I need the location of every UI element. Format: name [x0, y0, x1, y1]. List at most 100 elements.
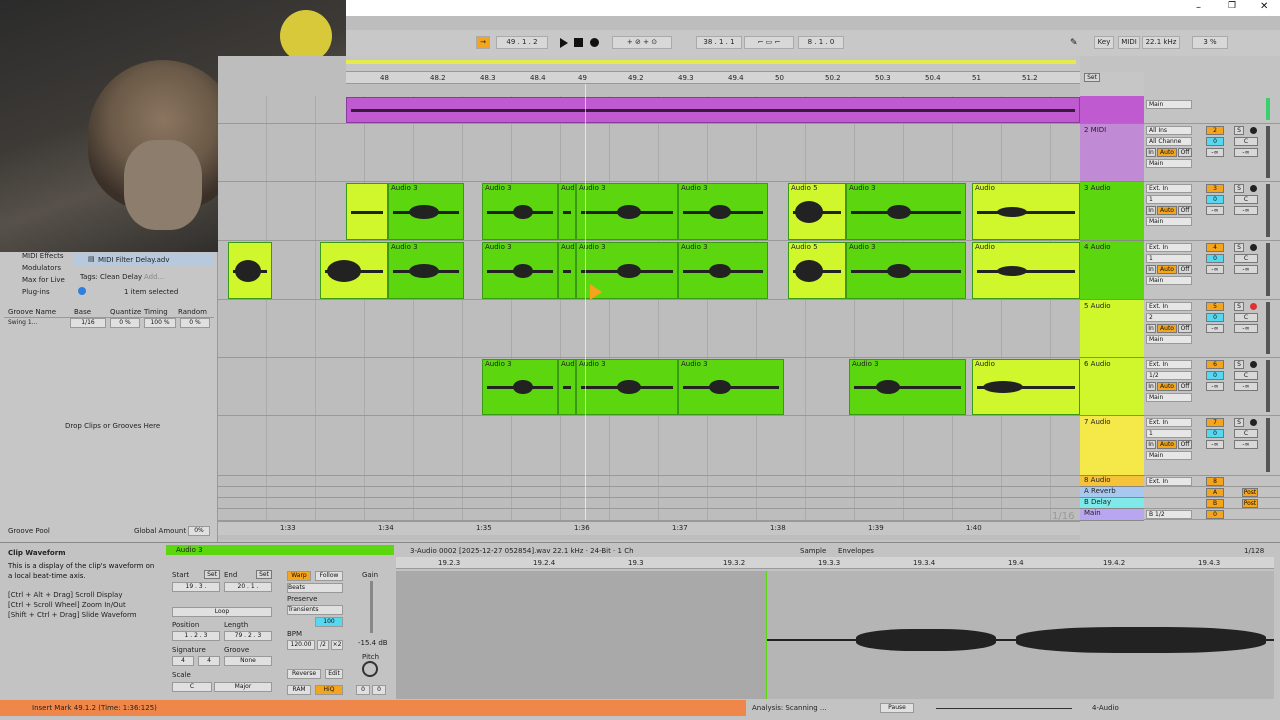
main-header[interactable]: Main — [1080, 509, 1144, 521]
time-ruler[interactable]: 1:33 1:34 1:35 1:36 1:37 1:38 1:39 1:40 — [218, 521, 1080, 535]
pan-field[interactable]: C — [1234, 254, 1258, 263]
track-lane-7-audio[interactable] — [218, 416, 1080, 476]
set-button[interactable]: Set — [1084, 73, 1100, 82]
track-lane-8-audio[interactable] — [218, 476, 1080, 487]
monitor-in-button[interactable]: In — [1146, 382, 1156, 391]
edit-button[interactable]: Edit — [325, 669, 343, 679]
bpm-field[interactable]: 120.00 — [287, 640, 315, 650]
groove-select[interactable]: None — [224, 656, 272, 666]
midi-map-button[interactable]: MIDI — [1118, 36, 1140, 49]
track-activator[interactable]: 3 — [1206, 184, 1224, 193]
monitor-off-button[interactable]: Off — [1178, 206, 1192, 215]
loop-length-field[interactable]: 8 . 1 . 0 — [798, 36, 844, 49]
send-a-field[interactable]: -∞ — [1206, 265, 1224, 274]
pan-field[interactable]: C — [1234, 371, 1258, 380]
audio-clip[interactable]: Audio 3 — [849, 359, 966, 415]
monitor-off-button[interactable]: Off — [1178, 148, 1192, 157]
output-select[interactable]: Main — [1146, 159, 1192, 168]
audio-clip[interactable]: Audio — [972, 242, 1080, 299]
groove-quantize-value[interactable]: 0 % — [110, 318, 140, 328]
track-header-1[interactable] — [1080, 96, 1144, 124]
loop-button[interactable]: Loop — [172, 607, 272, 617]
scale-mode-select[interactable]: Major — [214, 682, 272, 692]
io-select[interactable]: Ext. In — [1146, 477, 1192, 486]
input-type-select[interactable]: Ext. In — [1146, 243, 1192, 252]
track-activator[interactable]: A — [1206, 488, 1224, 497]
audio-clip[interactable]: Audio 3 — [678, 359, 784, 415]
record-icon[interactable] — [590, 38, 599, 47]
arm-record-icon[interactable] — [1250, 361, 1257, 368]
send-b-field[interactable]: -∞ — [1234, 440, 1258, 449]
audio-clip[interactable]: Aud — [558, 242, 576, 299]
send-b-field[interactable]: -∞ — [1234, 324, 1258, 333]
track-lane-5-audio[interactable] — [218, 300, 1080, 358]
loop-brace[interactable] — [346, 60, 1076, 64]
track-header-4[interactable]: 4 Audio — [1080, 241, 1144, 300]
solo-button[interactable]: S — [1234, 418, 1244, 427]
monitor-in-button[interactable]: In — [1146, 206, 1156, 215]
volume-field[interactable]: 0 — [1206, 195, 1224, 204]
punch-start-field[interactable]: 38 . 1 . 1 — [696, 36, 742, 49]
audio-clip[interactable] — [320, 242, 388, 299]
category-midi-effects[interactable]: MIDI Effects — [22, 252, 64, 260]
warp-marker[interactable] — [766, 571, 767, 699]
preserve-select[interactable]: Transients — [287, 605, 343, 615]
input-channel-select[interactable]: 1 — [1146, 195, 1192, 204]
send-b-field[interactable]: -∞ — [1234, 265, 1258, 274]
monitor-auto-button[interactable]: Auto — [1157, 440, 1177, 449]
double-tempo-button[interactable]: ×2 — [331, 640, 343, 650]
audio-clip[interactable] — [346, 183, 388, 240]
audio-clip[interactable]: Audio 3 — [388, 242, 464, 299]
audio-clip[interactable]: Audio 3 — [482, 183, 558, 240]
audio-clip[interactable]: Audio 3 — [482, 242, 558, 299]
track-activator[interactable]: 0 — [1206, 510, 1224, 519]
sample-waveform-display[interactable] — [396, 571, 1274, 699]
audio-clip[interactable]: Aud — [558, 183, 576, 240]
solo-button[interactable]: S — [1234, 302, 1244, 311]
audio-clip[interactable]: Audio 3 — [482, 359, 558, 415]
category-plug-ins[interactable]: Plug-ins — [22, 288, 50, 296]
pan-field[interactable]: C — [1234, 195, 1258, 204]
track-lane-2-midi[interactable] — [218, 124, 1080, 182]
input-type-select[interactable]: Ext. In — [1146, 418, 1192, 427]
tag-chip[interactable]: Clean Delay — [100, 273, 142, 281]
warp-button[interactable]: Warp — [287, 571, 311, 581]
return-header-reverb[interactable]: A Reverb — [1080, 487, 1144, 498]
scale-root-select[interactable]: C — [172, 682, 212, 692]
category-modulators[interactable]: Modulators — [22, 264, 61, 272]
track-activator[interactable]: B — [1206, 499, 1224, 508]
length-field[interactable]: 79 . 2 . 3 — [224, 631, 272, 641]
clip-title-bar[interactable]: Audio 3 — [166, 545, 394, 555]
set-end-button[interactable]: Set — [256, 570, 272, 579]
audio-clip[interactable]: Audio 3 — [576, 183, 678, 240]
minimize-icon[interactable]: – — [1196, 2, 1201, 13]
input-type-select[interactable]: Ext. In — [1146, 184, 1192, 193]
volume-field[interactable]: 0 — [1206, 429, 1224, 438]
send-a-field[interactable]: -∞ — [1206, 440, 1224, 449]
gain-fader[interactable] — [370, 581, 373, 633]
input-type-select[interactable]: Ext. In — [1146, 302, 1192, 311]
audio-clip[interactable]: Audio — [972, 183, 1080, 240]
follow-button[interactable]: → — [476, 36, 490, 49]
audio-clip[interactable]: Audio 5 — [788, 183, 846, 240]
signature-numerator[interactable]: 4 — [172, 656, 194, 666]
groove-timing-value[interactable]: 100 % — [144, 318, 176, 328]
input-channel-select[interactable]: 1 — [1146, 429, 1192, 438]
signature-denominator[interactable]: 4 — [198, 656, 220, 666]
selected-file-row[interactable]: ▤ MIDI Filter Delay.adv — [74, 254, 214, 266]
monitor-in-button[interactable]: In — [1146, 324, 1156, 333]
audio-clip[interactable]: Aud — [558, 359, 576, 415]
loop-switches[interactable]: ⌐ ▭ ⌐ — [744, 36, 794, 49]
grain-value[interactable]: 100 — [315, 617, 343, 627]
input-channel-select[interactable]: 1 — [1146, 254, 1192, 263]
send-a-field[interactable]: -∞ — [1206, 382, 1224, 391]
arm-record-icon[interactable] — [1250, 303, 1257, 310]
beat-ruler[interactable]: 48 48.2 48.3 48.4 49 49.2 49.3 49.4 50 50.2 50.3 50… — [346, 72, 1080, 84]
close-icon[interactable]: ✕ — [1260, 1, 1268, 12]
io-select[interactable]: B 1/2 — [1146, 510, 1192, 519]
post-button[interactable]: Post — [1242, 499, 1258, 508]
solo-button[interactable]: S — [1234, 360, 1244, 369]
pitch-cents[interactable]: 0 — [372, 685, 386, 695]
monitor-auto-button[interactable]: Auto — [1157, 382, 1177, 391]
pitch-knob[interactable] — [362, 661, 378, 677]
